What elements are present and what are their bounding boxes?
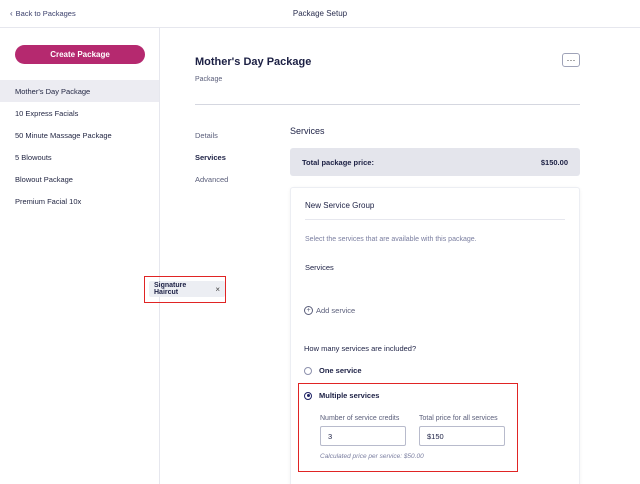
package-item-5-blowouts[interactable]: 5 Blowouts bbox=[0, 146, 159, 168]
package-item-premium-facial[interactable]: Premium Facial 10x bbox=[0, 190, 159, 212]
package-item-express-facials[interactable]: 10 Express Facials bbox=[0, 102, 159, 124]
package-list: Mother's Day Package 10 Express Facials … bbox=[0, 80, 159, 212]
plus-circle-icon: + bbox=[304, 306, 313, 315]
radio-multiple-services[interactable]: Multiple services bbox=[304, 391, 379, 400]
tab-details[interactable]: Details bbox=[195, 131, 218, 140]
page-header-title: Package Setup bbox=[292, 9, 348, 18]
back-to-packages-link[interactable]: ‹ Back to Packages bbox=[10, 9, 76, 18]
service-group-title[interactable]: New Service Group bbox=[305, 201, 374, 210]
top-bar: ‹ Back to Packages Package Setup bbox=[0, 0, 640, 28]
total-price-bar: Total package price: $150.00 bbox=[290, 148, 580, 176]
service-chip-label: Signature Haircut bbox=[154, 282, 187, 296]
back-link-label: Back to Packages bbox=[15, 9, 76, 18]
tab-services[interactable]: Services bbox=[195, 153, 226, 162]
chevron-left-icon: ‹ bbox=[10, 9, 13, 18]
package-item-blowout-package[interactable]: Blowout Package bbox=[0, 168, 159, 190]
add-service-label: Add service bbox=[316, 306, 356, 315]
package-subtitle: Package bbox=[195, 76, 223, 83]
multiple-services-highlight: Multiple services Number of service cred… bbox=[298, 383, 518, 472]
total-price-input[interactable] bbox=[419, 426, 505, 446]
package-title: Mother's Day Package bbox=[195, 56, 312, 68]
service-chip[interactable]: Signature Haircut × bbox=[149, 281, 225, 297]
close-icon[interactable]: × bbox=[215, 285, 220, 294]
radio-one-service-control[interactable] bbox=[304, 366, 312, 375]
service-credits-input[interactable] bbox=[320, 426, 406, 446]
how-many-label: How many services are included? bbox=[304, 344, 417, 353]
package-item-massage[interactable]: 50 Minute Massage Package bbox=[0, 124, 159, 146]
sidebar: Create Package Mother's Day Package 10 E… bbox=[0, 28, 160, 484]
package-item-mothers-day[interactable]: Mother's Day Package bbox=[0, 80, 159, 102]
radio-one-service-label: One service bbox=[319, 366, 362, 375]
credits-label: Number of service credits bbox=[320, 415, 400, 422]
total-price-value: $150.00 bbox=[540, 157, 568, 167]
radio-multiple-services-label: Multiple services bbox=[319, 391, 380, 400]
radio-multiple-services-control[interactable] bbox=[304, 391, 312, 400]
total-price-field-label: Total price for all services bbox=[419, 415, 498, 422]
title-divider bbox=[195, 104, 580, 105]
selected-service-highlight: Signature Haircut × bbox=[144, 276, 226, 303]
more-options-button[interactable]: ··· bbox=[562, 53, 580, 67]
radio-one-service[interactable]: One service bbox=[304, 366, 362, 375]
group-divider bbox=[305, 219, 565, 220]
add-service-button[interactable]: + Add service bbox=[304, 306, 355, 315]
total-price-label: Total package price: bbox=[302, 157, 374, 167]
create-package-button[interactable]: Create Package bbox=[15, 45, 145, 64]
calculated-price-note: Calculated price per service: $50.00 bbox=[320, 453, 424, 460]
tab-advanced[interactable]: Advanced bbox=[195, 175, 228, 184]
services-label: Services bbox=[305, 263, 334, 272]
more-dots-icon: ··· bbox=[566, 54, 576, 65]
service-group-hint: Select the services that are available w… bbox=[305, 236, 477, 243]
services-section-title: Services bbox=[290, 126, 325, 136]
